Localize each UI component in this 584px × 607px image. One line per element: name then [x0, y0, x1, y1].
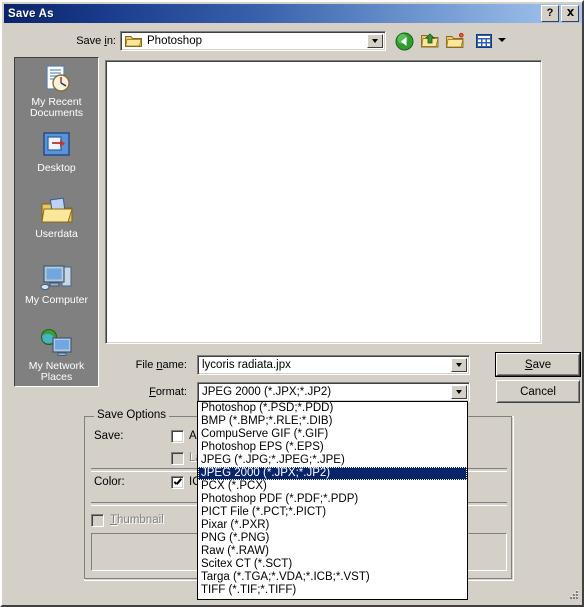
format-option[interactable]: PNG (*.PNG) [198, 532, 467, 545]
userdata-folder-icon [40, 194, 74, 228]
format-option[interactable]: JPEG 2000 (*.JPX;*.JP2) [198, 467, 467, 480]
create-new-folder-icon [446, 32, 464, 48]
back-button[interactable] [393, 31, 415, 51]
views-dropdown-arrow[interactable] [498, 38, 506, 42]
place-desktop[interactable]: Desktop [15, 124, 98, 190]
format-option[interactable]: BMP (*.BMP;*.RLE;*.DIB) [198, 415, 467, 428]
save-options-legend: Save Options [94, 409, 170, 421]
format-combobox[interactable]: JPEG 2000 (*.JPX;*.JP2) [197, 382, 470, 402]
title-bar[interactable]: Save As ? [4, 4, 582, 23]
save-row-label: Save: [94, 430, 124, 442]
file-name-label: File name: [135, 359, 187, 371]
thumbnail-checkbox [91, 514, 104, 527]
thumbnail-label-rest: humbnail [117, 514, 164, 526]
format-value: JPEG 2000 (*.JPX;*.JP2) [202, 386, 332, 398]
place-label: My Recent Documents [29, 96, 84, 119]
format-option[interactable]: Raw (*.RAW) [198, 545, 467, 558]
close-button[interactable] [561, 5, 579, 22]
color-row-label: Color: [94, 476, 125, 488]
format-option[interactable]: Scitex CT (*.SCT) [198, 558, 467, 571]
save-button[interactable]: Save [495, 352, 581, 377]
format-dropdown-arrow[interactable] [451, 385, 467, 399]
format-option[interactable]: Photoshop PDF (*.PDF;*.PDP) [198, 493, 467, 506]
network-places-icon [40, 326, 74, 360]
help-button[interactable]: ? [541, 5, 559, 22]
format-option[interactable]: PCX (*.PCX) [198, 480, 467, 493]
file-list-view[interactable] [105, 60, 542, 344]
format-dropdown-list[interactable]: Photoshop (*.PSD;*.PDD) BMP (*.BMP;*.RLE;… [197, 401, 468, 600]
format-label: Format: [149, 386, 187, 398]
place-label: My Network Places [28, 360, 85, 383]
recent-documents-icon [41, 62, 73, 96]
place-my-recent-documents[interactable]: My Recent Documents [15, 58, 98, 124]
folder-icon [125, 36, 142, 47]
create-new-folder-button[interactable] [445, 31, 467, 51]
cancel-button[interactable]: Cancel [496, 380, 580, 403]
place-my-computer[interactable]: My Computer [15, 256, 98, 322]
place-my-network-places[interactable]: My Network Places [15, 322, 98, 388]
place-label: Userdata [35, 228, 78, 240]
save-in-dropdown-arrow[interactable] [367, 34, 383, 48]
chevron-down-icon [456, 363, 462, 367]
place-userdata[interactable]: Userdata [15, 190, 98, 256]
views-button[interactable] [473, 31, 495, 51]
save-in-combobox[interactable]: Photoshop [120, 31, 386, 51]
format-option[interactable]: JPEG (*.JPG;*.JPEG;*.JPE) [198, 454, 467, 467]
window-title: Save As [8, 7, 54, 20]
format-option[interactable]: Targa (*.TGA;*.VDA;*.ICB;*.VST) [198, 571, 467, 584]
checkmark-icon [173, 478, 182, 487]
file-name-dropdown-arrow[interactable] [451, 358, 467, 372]
up-one-level-button[interactable] [419, 31, 441, 51]
chevron-down-icon [456, 390, 462, 394]
views-icon [475, 34, 492, 48]
resize-grip-icon[interactable] [566, 589, 579, 602]
chevron-down-icon [372, 39, 378, 43]
as-a-copy-checkbox[interactable] [171, 430, 184, 443]
my-computer-icon [40, 260, 74, 294]
close-icon [566, 9, 574, 16]
place-label: My Computer [24, 294, 88, 306]
format-option[interactable]: CompuServe GIF (*.GIF) [198, 428, 467, 441]
place-label: Desktop [37, 162, 76, 174]
format-option[interactable]: PICT File (*.PCT;*.PICT) [198, 506, 467, 519]
up-one-level-icon [420, 33, 438, 48]
format-option[interactable]: Photoshop EPS (*.EPS) [198, 441, 467, 454]
thumbnail-label: Thumbnail [110, 514, 164, 526]
file-name-value: lycoris radiata.jpx [202, 359, 291, 371]
save-in-value: Photoshop [147, 35, 202, 47]
desktop-icon [41, 128, 73, 162]
format-option[interactable]: TIFF (*.TIF;*.TIFF) [198, 584, 467, 597]
format-option[interactable]: Pixar (*.PXR) [198, 519, 467, 532]
places-bar: My Recent Documents Desktop Userdata My … [14, 57, 99, 387]
file-name-combobox[interactable]: lycoris radiata.jpx [197, 355, 470, 375]
title-bar-buttons: ? [541, 5, 579, 22]
icc-profile-checkbox[interactable] [171, 476, 184, 489]
format-option[interactable]: Photoshop (*.PSD;*.PDD) [198, 402, 467, 415]
save-in-label: Save in: [76, 35, 116, 47]
save-as-dialog: Save As ? Save in: Photoshop My Recent D… [0, 0, 584, 607]
back-icon [395, 32, 413, 50]
save-button-label: Save [524, 358, 552, 371]
layers-checkbox [171, 452, 184, 465]
